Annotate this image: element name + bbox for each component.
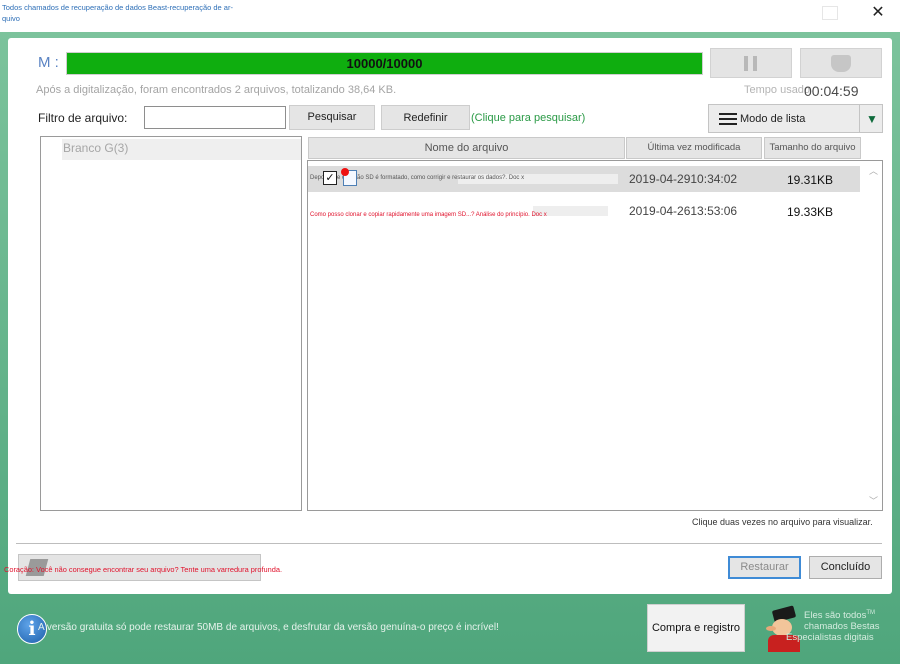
preview-hint: Clique duas vezes no arquivo para visual… bbox=[692, 517, 873, 527]
drive-tree[interactable]: Branco G(3) bbox=[40, 136, 302, 511]
list-icon bbox=[719, 113, 737, 125]
view-mode-label: Modo de lista bbox=[740, 113, 806, 125]
elapsed-time-value: 00:04:59 bbox=[804, 83, 859, 99]
scan-mode-label: M : bbox=[38, 54, 59, 71]
file-size: 19.33KB bbox=[787, 205, 834, 219]
trademark-mark: TM bbox=[866, 610, 875, 616]
stop-button[interactable] bbox=[800, 48, 882, 78]
scan-status-text: Após a digitalização, foram encontrados … bbox=[36, 84, 397, 96]
file-checkbox[interactable]: ✓ bbox=[323, 171, 337, 185]
view-mode-dropdown[interactable]: Modo de lista ▼ bbox=[708, 104, 883, 133]
filter-input[interactable] bbox=[144, 106, 286, 129]
file-row[interactable]: Depois que o cartão SD é formatado, como… bbox=[308, 166, 860, 192]
file-size: 19.31KB bbox=[787, 173, 834, 187]
search-hint: (Clique para pesquisar) bbox=[471, 112, 586, 124]
brand-slogan: Eles são todosTM chamados Bestas Especia… bbox=[786, 608, 896, 643]
filter-label: Filtro de arquivo: bbox=[38, 111, 128, 125]
file-list[interactable]: Depois que o cartão SD é formatado, como… bbox=[307, 160, 883, 511]
window-title: Todos chamados de recuperação de dados B… bbox=[2, 3, 233, 23]
file-name: Como posso clonar e copiar rapidamente u… bbox=[310, 212, 547, 218]
scan-progress-bar: 10000/10000 bbox=[66, 52, 703, 75]
progress-text: 10000/10000 bbox=[346, 56, 423, 71]
brand-line-1: Eles são todos bbox=[804, 610, 867, 622]
buy-register-button[interactable]: Compra e registro bbox=[647, 604, 745, 652]
deep-scan-text: Coração: Você não consegue encontrar seu… bbox=[4, 565, 283, 574]
elapsed-time-label: Tempo usado bbox=[744, 84, 811, 96]
file-row[interactable]: Como posso clonar e copiar rapidamente u… bbox=[308, 198, 860, 224]
title-bar: Todos chamados de recuperação de dados B… bbox=[0, 0, 900, 32]
pause-button[interactable] bbox=[710, 48, 792, 78]
dropdown-divider bbox=[859, 105, 860, 132]
scroll-up-icon[interactable]: ︿ bbox=[869, 164, 878, 177]
scroll-down-icon[interactable]: ﹀ bbox=[869, 494, 878, 507]
document-file-icon bbox=[341, 168, 357, 186]
maximize-button[interactable] bbox=[822, 6, 838, 20]
free-version-message: A versão gratuita só pode restaurar 50MB… bbox=[38, 622, 499, 633]
restore-button[interactable]: Restaurar bbox=[728, 556, 801, 579]
column-header-size[interactable]: Tamanho do arquivo bbox=[764, 137, 861, 159]
tree-item-drive[interactable]: Branco G(3) bbox=[62, 139, 301, 160]
brand-line-3: Especialistas digitais bbox=[786, 632, 874, 644]
reset-button[interactable]: Redefinir bbox=[381, 105, 470, 130]
close-button[interactable]: ✕ bbox=[866, 4, 890, 24]
done-button[interactable]: Concluído bbox=[809, 556, 882, 579]
column-header-modified[interactable]: Última vez modificada bbox=[626, 137, 762, 159]
main-panel: M : 10000/10000 Após a digitalização, fo… bbox=[4, 38, 892, 594]
file-modified: 2019-04-2910:34:02 bbox=[629, 172, 738, 186]
vertical-scrollbar[interactable]: ︿ ﹀ bbox=[865, 161, 882, 510]
search-button[interactable]: Pesquisar bbox=[289, 105, 375, 130]
brand-line-2: chamados Bestas bbox=[804, 621, 880, 633]
divider bbox=[16, 543, 882, 544]
column-header-name[interactable]: Nome do arquivo bbox=[308, 137, 625, 159]
file-modified: 2019-04-2613:53:06 bbox=[629, 204, 738, 218]
chevron-down-icon[interactable]: ▼ bbox=[866, 112, 878, 126]
